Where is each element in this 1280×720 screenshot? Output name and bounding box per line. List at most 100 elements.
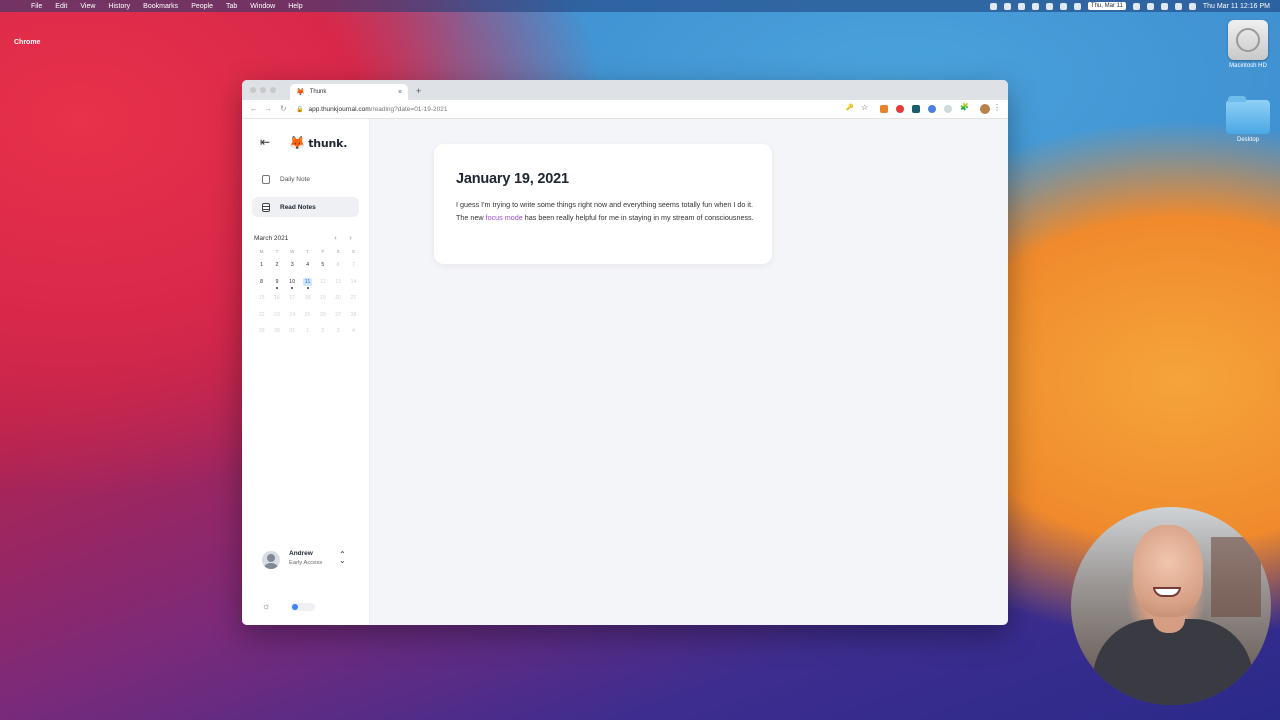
avatar [262,551,280,569]
menubar: Chrome File Edit View History Bookmarks … [0,0,1280,46]
calendar-month: March 2021 [254,235,289,242]
calendar-day-today[interactable]: 11 [300,275,315,292]
calendar-day: 17 [289,295,296,302]
tab-thunk[interactable]: 🦊 Thunk × [290,84,408,100]
calendar-day[interactable]: 5 [315,258,330,275]
tray-app-icon[interactable] [1059,2,1067,10]
menu-history[interactable]: History [108,3,130,10]
extension-icon[interactable] [912,105,920,113]
note-icon [262,174,270,184]
star-icon[interactable]: ☆ [861,103,868,112]
profile-avatar[interactable] [980,104,990,114]
tray-app-icon[interactable] [1017,2,1025,10]
menu-people[interactable]: People [191,3,213,10]
lock-icon: 🔒 [296,106,304,113]
menubar-tray: Thu, Mar 11 Thu Mar 11 12:16 PM [989,0,1270,12]
tray-app-icon[interactable] [1003,2,1011,10]
calendar-day[interactable]: 1 [254,258,269,275]
url-path: /reading?date=01-19-2021 [370,105,448,113]
date-badge[interactable]: Thu, Mar 11 [1087,2,1126,10]
calendar-day: 28 [350,311,357,318]
kebab-menu-icon[interactable]: ⋮ [993,103,1001,112]
desktop-item-label: Desktop [1236,137,1259,143]
bluetooth-icon[interactable] [1174,2,1182,10]
user-plan: Early Access [289,560,323,566]
weekday-label: F [321,249,325,254]
calendar-day: 31 [289,328,296,335]
key-icon[interactable]: 🔑 [846,104,853,111]
tray-app-icon[interactable] [989,2,997,10]
next-month-icon[interactable]: › [343,235,358,242]
tray-app-icon[interactable] [1031,2,1039,10]
metamask-extension-icon[interactable] [880,105,888,113]
control-center-icon[interactable] [1160,2,1168,10]
chevron-up-down-icon[interactable]: ⌃ ⌄ [339,551,346,565]
cloud-icon[interactable] [1073,2,1081,10]
address-bar[interactable]: 🔒 app.thunkjournal.com/reading?date=01-1… [296,103,841,115]
folder-icon [1226,96,1270,134]
weekday-label: T [275,249,279,254]
weekday-label: M [259,249,264,254]
record-extension-icon[interactable] [896,105,904,113]
menu-bookmarks[interactable]: Bookmarks [143,3,178,10]
note-body: I guess I'm trying to write some things … [456,198,756,224]
wifi-icon[interactable] [1132,2,1140,10]
menubar-clock[interactable]: Thu Mar 11 12:16 PM [1203,3,1270,10]
calendar-day[interactable]: 10 [285,275,300,292]
webcam-overlay [1071,507,1271,705]
calendar-day: 13 [335,278,342,285]
puzzle-icon[interactable]: 🧩 [960,103,969,111]
extension-icon[interactable] [944,105,952,113]
new-tab-button[interactable]: + [416,86,421,96]
extension-icon[interactable] [928,105,936,113]
thunk-app: ⇤ 🦊 thunk. Daily Note Read Notes March 2… [242,119,1008,625]
nav-daily-note[interactable]: Daily Note [252,169,359,189]
calendar-day[interactable]: 4 [300,258,315,275]
calendar-day[interactable]: 9 [269,275,284,292]
close-tab-icon[interactable]: × [398,89,402,96]
menu-view[interactable]: View [80,3,95,10]
back-button[interactable]: ← [250,104,258,113]
calendar-day[interactable]: 3 [285,258,300,275]
calendar-day[interactable]: 8 [254,275,269,292]
close-window-button[interactable] [250,87,256,93]
fox-favicon-icon: 🦊 [296,89,305,96]
calendar-day: 19 [319,295,326,302]
desktop-item-hd[interactable]: Macintosh HD [1218,20,1278,69]
desktop-item-folder[interactable]: Desktop [1218,96,1278,143]
calendar-day[interactable]: 2 [269,258,284,275]
focus-mode-link[interactable]: focus mode [486,213,523,222]
zoom-window-button[interactable] [270,87,276,93]
calendar-day[interactable]: 6 [330,258,345,275]
tray-app-icon[interactable] [1045,2,1053,10]
menu-edit[interactable]: Edit [55,3,67,10]
calendar-day: 22 [258,311,265,318]
calendar-day: 16 [273,295,280,302]
forward-button[interactable]: → [264,104,272,113]
menu-file[interactable]: File [31,3,42,10]
menu-window[interactable]: Window [250,3,275,10]
nav-read-notes[interactable]: Read Notes [252,197,359,217]
calendar-day: 29 [258,328,265,335]
moon-icon[interactable] [1188,2,1196,10]
main-content: January 19, 2021 I guess I'm trying to w… [370,119,1008,625]
presenter-head [1133,525,1203,617]
calendar-header: March 2021 ‹ › [254,234,358,243]
calendar-day: 25 [304,311,311,318]
calendar-day: 12 [319,278,326,285]
calendar-day: 14 [350,278,357,285]
search-icon[interactable] [1146,2,1154,10]
prev-month-icon[interactable]: ‹ [328,235,343,242]
menu-help[interactable]: Help [288,3,302,10]
calendar-grid: M T W T F S S 1 2 3 4 5 6 7 8 9 10 11 12… [254,246,358,341]
user-menu[interactable]: Andrew Early Access ⌃ ⌄ [262,549,362,571]
calendar-day: 21 [350,295,357,302]
theme-toggle[interactable] [291,603,315,611]
reload-button[interactable]: ↻ [280,104,287,113]
sidebar: ⇤ 🦊 thunk. Daily Note Read Notes March 2… [242,119,370,625]
collapse-sidebar-icon[interactable]: ⇤ [260,135,270,149]
menu-tab[interactable]: Tab [226,3,237,10]
calendar-day[interactable]: 7 [346,258,361,275]
weekday-label: T [306,249,309,254]
minimize-window-button[interactable] [260,87,266,93]
